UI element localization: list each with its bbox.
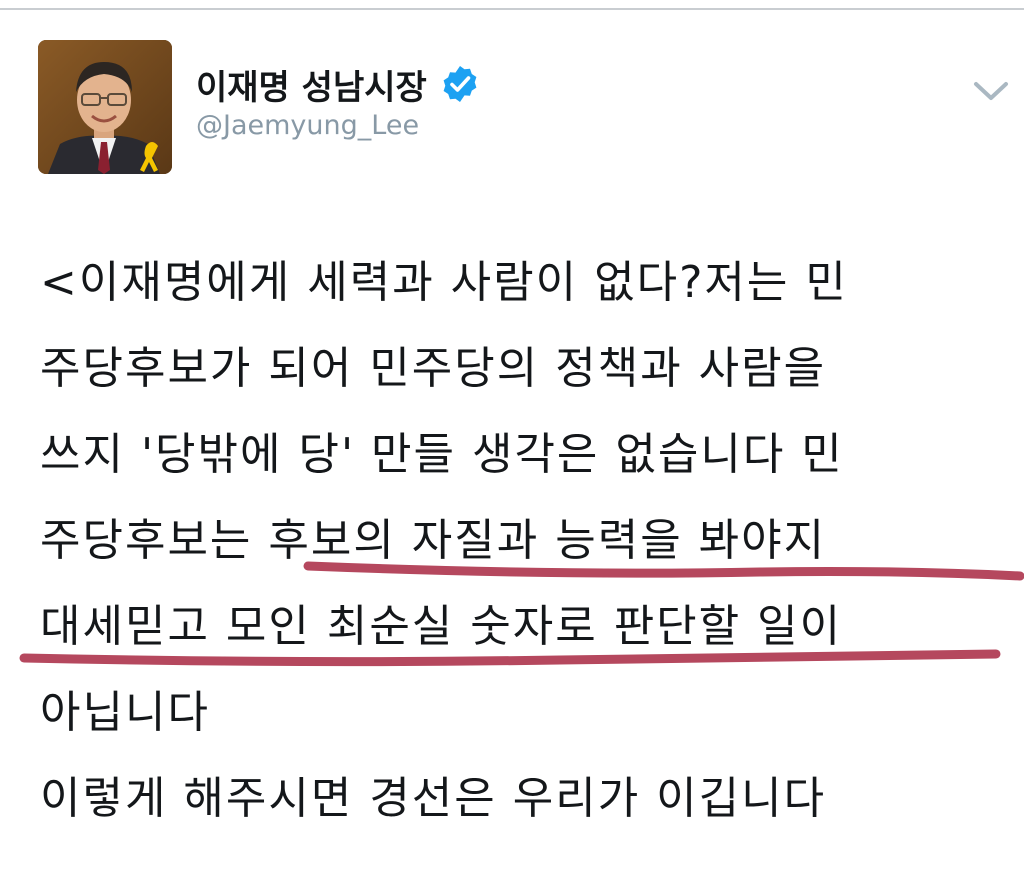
highlight-underlines bbox=[19, 561, 1024, 667]
underline-line-5 bbox=[19, 649, 1001, 667]
underline-line-4 bbox=[303, 561, 1024, 581]
